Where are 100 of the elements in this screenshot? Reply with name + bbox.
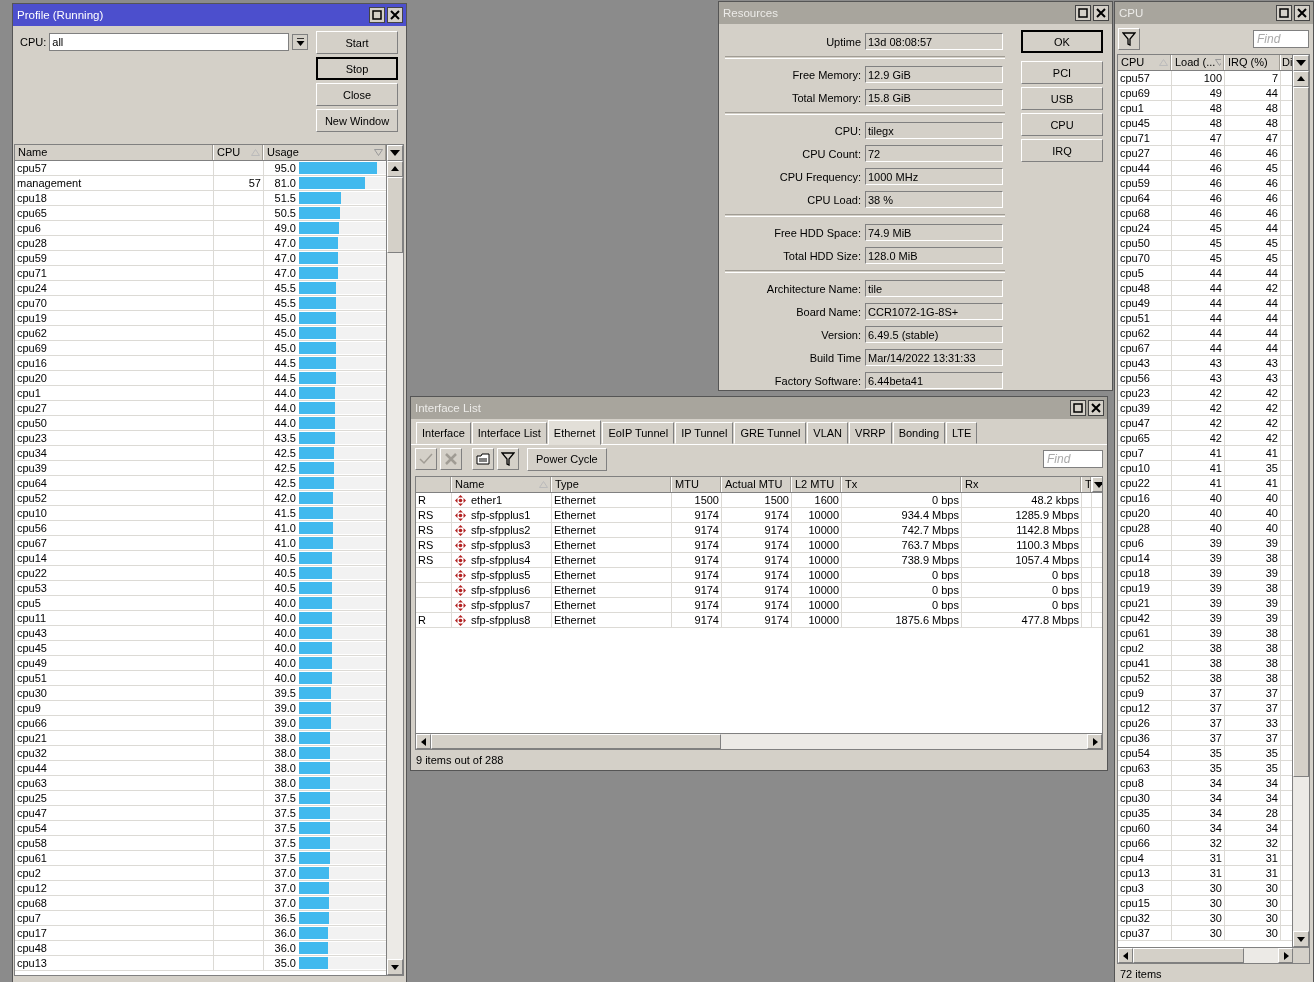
tab[interactable]: Ethernet — [547, 420, 602, 445]
maximize-button[interactable] — [1276, 5, 1292, 21]
maximize-button[interactable] — [369, 7, 385, 23]
action-button[interactable]: New Window — [316, 109, 398, 132]
table-cell: 30 — [1172, 896, 1225, 910]
find-field[interactable]: Find — [1253, 30, 1309, 48]
scrollbar-thumb[interactable] — [1133, 948, 1244, 963]
table-cell-text: 45.5 — [273, 296, 296, 310]
tab[interactable]: Interface List — [471, 422, 547, 444]
maximize-button[interactable] — [1075, 5, 1091, 21]
column-header[interactable]: CPU — [214, 145, 264, 160]
table-cell: RS — [416, 553, 452, 567]
field-label: CPU: — [833, 124, 862, 137]
scroll-right-button[interactable] — [1278, 948, 1293, 963]
scroll-right-button[interactable] — [1087, 734, 1102, 749]
close-button[interactable] — [1093, 5, 1109, 21]
arrow-down-icon — [1297, 936, 1305, 942]
scroll-left-button[interactable] — [1118, 948, 1133, 963]
scroll-down-button[interactable] — [387, 959, 403, 975]
tab[interactable]: EoIP Tunnel — [602, 422, 675, 444]
power-cycle-button[interactable]: Power Cycle — [527, 447, 607, 471]
action-button[interactable]: IRQ — [1021, 139, 1103, 162]
table-cell: 37 — [1172, 716, 1225, 730]
table-cell: 37 — [1225, 686, 1281, 700]
action-button[interactable]: Start — [316, 31, 398, 54]
field-label: Architecture Name: — [765, 282, 862, 295]
tab[interactable]: VRRP — [849, 422, 892, 444]
column-header[interactable]: MTU — [672, 477, 722, 492]
cpu-select[interactable]: all — [49, 33, 290, 51]
column-header[interactable]: Name — [15, 145, 214, 160]
scrollbar-thumb[interactable] — [431, 734, 721, 749]
sort-descending-icon — [1215, 59, 1221, 66]
table-cell: Ethernet — [552, 538, 672, 552]
filter-button[interactable] — [497, 448, 519, 470]
table-cell: 934.4 Mbps — [842, 508, 962, 522]
column-menu-button[interactable] — [387, 145, 403, 161]
table-cell: cpu30 — [1118, 791, 1172, 805]
close-button[interactable] — [387, 7, 403, 23]
table-cell: 9174 — [722, 598, 792, 612]
column-header[interactable]: Load (... — [1172, 55, 1225, 70]
table-cell: 31 — [1172, 866, 1225, 880]
table-cell: cpu22 — [15, 566, 214, 580]
table-cell: 48.2 kbps — [962, 493, 1082, 507]
close-button[interactable] — [1294, 5, 1310, 21]
arrow-up-icon — [391, 166, 399, 172]
table-cell: R — [416, 613, 452, 627]
scroll-down-button[interactable] — [1293, 931, 1309, 947]
table-cell: 44 — [1225, 86, 1281, 100]
action-button[interactable]: OK — [1021, 30, 1103, 53]
table-cell: cpu1 — [15, 386, 214, 400]
table-cell: cpu14 — [15, 551, 214, 565]
tab[interactable]: Interface — [416, 422, 471, 444]
table-cell: 38 — [1225, 656, 1281, 670]
scroll-up-button[interactable] — [387, 161, 403, 177]
column-header[interactable]: IRQ (%) — [1225, 55, 1281, 70]
table-cell: cpu48 — [15, 941, 214, 955]
action-button[interactable]: CPU — [1021, 113, 1103, 136]
table-cell: Ethernet — [552, 508, 672, 522]
tab[interactable]: LTE — [946, 422, 978, 444]
column-menu-button[interactable] — [1293, 55, 1309, 71]
arrows-icon — [455, 614, 466, 626]
filter-button[interactable] — [1118, 28, 1140, 50]
note-icon — [476, 453, 490, 465]
table-cell-text: 45.0 — [273, 341, 296, 355]
tab[interactable]: GRE Tunnel — [734, 422, 807, 444]
table-cell: 43 — [1172, 371, 1225, 385]
column-header[interactable]: Rx — [962, 477, 1082, 492]
scroll-up-button[interactable] — [1293, 71, 1309, 87]
action-button[interactable]: PCI — [1021, 61, 1103, 84]
table-cell: cpu11 — [15, 611, 214, 625]
column-header[interactable]: L2 MTU — [792, 477, 842, 492]
comment-button[interactable] — [472, 448, 494, 470]
table-cell: 30 — [1225, 911, 1281, 925]
column-menu-button[interactable] — [1092, 477, 1102, 492]
table-cell: 1600 — [792, 493, 842, 507]
table-cell: cpu13 — [15, 956, 214, 970]
action-button[interactable]: Close — [316, 83, 398, 106]
scroll-left-button[interactable] — [416, 734, 431, 749]
dropdown-button[interactable] — [292, 34, 309, 50]
arrows-icon — [455, 584, 466, 596]
table-cell: cpu35 — [1118, 806, 1172, 820]
tab[interactable]: IP Tunnel — [675, 422, 734, 444]
scrollbar-thumb[interactable] — [387, 177, 403, 253]
action-button[interactable]: USB — [1021, 87, 1103, 110]
interface-name: sfp-sfpplus7 — [471, 598, 531, 612]
find-field[interactable]: Find — [1043, 450, 1103, 468]
tab[interactable]: VLAN — [807, 422, 849, 444]
action-button[interactable]: Stop — [316, 57, 398, 80]
tab[interactable]: Bonding — [892, 422, 945, 444]
scrollbar-thumb[interactable] — [1293, 87, 1309, 777]
close-button[interactable] — [1088, 400, 1104, 416]
table-cell: cpu67 — [15, 536, 214, 550]
column-header[interactable]: Tx — [842, 477, 962, 492]
maximize-button[interactable] — [1070, 400, 1086, 416]
value-field: Mar/14/2022 13:31:33 — [865, 349, 1003, 366]
column-header[interactable]: CPU — [1118, 55, 1172, 70]
interface-name: sfp-sfpplus2 — [471, 523, 531, 537]
column-header[interactable]: Actual MTU — [722, 477, 792, 492]
column-header[interactable]: Name — [452, 477, 552, 492]
column-header[interactable]: Type — [552, 477, 672, 492]
